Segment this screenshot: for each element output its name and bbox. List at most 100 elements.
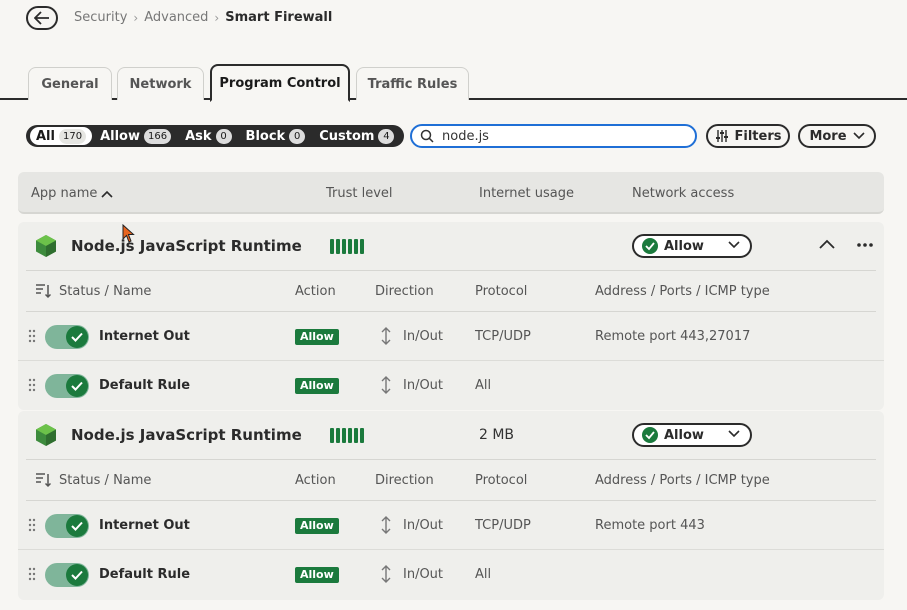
direction-icon (381, 327, 391, 345)
column-action: Action (295, 473, 336, 488)
check-icon (66, 515, 88, 537)
rule-address: Remote port 443 (595, 518, 705, 533)
rule-protocol: All (475, 378, 492, 393)
chevron-down-icon (728, 430, 740, 438)
rule-direction: In/Out (403, 567, 444, 582)
direction-icon (381, 516, 391, 534)
mouse-cursor-icon (122, 224, 135, 243)
filter-count: 0 (289, 128, 306, 144)
more-dots-icon[interactable] (856, 237, 874, 253)
filter-custom[interactable]: Custom 4 (313, 127, 400, 145)
search-input[interactable] (442, 128, 672, 144)
column-app-name[interactable]: App name (31, 186, 113, 201)
rule-row[interactable]: Internet Out Allow In/Out TCP/UDP Remote… (18, 312, 884, 361)
tab-traffic-rules[interactable]: Traffic Rules (356, 67, 469, 100)
filters-label: Filters (734, 128, 782, 144)
column-direction: Direction (375, 473, 434, 488)
more-button[interactable]: More (798, 124, 876, 148)
tab-general[interactable]: General (28, 67, 112, 100)
rule-row[interactable]: Default Rule Allow In/Out All (18, 361, 884, 410)
rule-protocol: TCP/UDP (475, 329, 531, 344)
back-button[interactable] (26, 6, 58, 30)
search-box (410, 124, 697, 148)
filter-all[interactable]: All 170 (30, 127, 93, 145)
chevron-up-icon[interactable] (818, 237, 836, 251)
back-arrow-icon (34, 11, 49, 25)
column-address: Address / Ports / ICMP type (595, 284, 770, 299)
internet-usage: 2 MB (479, 427, 515, 443)
filter-count: 4 (378, 128, 395, 144)
filter-label: All (36, 128, 55, 144)
filters-button[interactable]: Filters (706, 124, 790, 148)
drag-handle-icon[interactable] (28, 329, 36, 343)
app-row[interactable]: Node.js JavaScript Runtime 2 MB Allow (18, 411, 884, 459)
filter-label: Custom (319, 128, 375, 144)
filter-count: 0 (215, 128, 232, 144)
rule-name: Default Rule (99, 378, 191, 393)
rule-address: Remote port 443,27017 (595, 329, 751, 344)
rule-protocol: All (475, 567, 492, 582)
direction-icon (381, 565, 391, 583)
filter-ask[interactable]: Ask 0 (179, 127, 237, 145)
rule-name: Default Rule (99, 567, 191, 582)
node-icon (36, 424, 56, 446)
check-circle-icon (642, 238, 658, 254)
drag-handle-icon[interactable] (28, 518, 36, 532)
chevron-right-icon: › (133, 10, 139, 25)
app-row[interactable]: Node.js JavaScript Runtime Allow (18, 222, 884, 270)
rule-row[interactable]: Default Rule Allow In/Out All (18, 550, 884, 599)
sort-asc-icon (101, 190, 113, 198)
rule-protocol: TCP/UDP (475, 518, 531, 533)
filter-block[interactable]: Block 0 (240, 127, 312, 145)
filter-label: Allow (100, 128, 140, 144)
column-protocol: Protocol (475, 473, 528, 488)
breadcrumb: Security › Advanced › Smart Firewall (74, 10, 332, 25)
sort-icon[interactable] (35, 472, 51, 488)
column-internet-usage[interactable]: Internet usage (479, 186, 574, 201)
rules-header: Status / Name Action Direction Protocol … (26, 459, 876, 501)
rule-toggle[interactable] (45, 514, 89, 538)
filters-icon (715, 130, 728, 142)
check-icon (66, 375, 88, 397)
rules-header: Status / Name Action Direction Protocol … (26, 270, 876, 312)
action-badge: Allow (295, 518, 339, 534)
tab-network[interactable]: Network (117, 67, 204, 100)
rule-toggle[interactable] (45, 563, 89, 587)
rule-direction: In/Out (403, 378, 444, 393)
trust-level-bars (330, 428, 364, 443)
network-access-dropdown[interactable]: Allow (632, 423, 752, 447)
trust-level-bars (330, 239, 364, 254)
rule-toggle[interactable] (45, 374, 89, 398)
filter-allow[interactable]: Allow 166 (94, 127, 177, 145)
check-icon (66, 564, 88, 586)
rule-toggle[interactable] (45, 325, 89, 349)
column-direction: Direction (375, 284, 434, 299)
drag-handle-icon[interactable] (28, 378, 36, 392)
tab-program-control[interactable]: Program Control (210, 64, 350, 102)
table-header: App name Trust level Internet usage Netw… (18, 172, 884, 214)
column-network-access[interactable]: Network access (632, 186, 734, 201)
action-badge: Allow (295, 329, 339, 345)
rule-name: Internet Out (99, 329, 190, 344)
app-group: Node.js JavaScript Runtime Allow Status (18, 222, 884, 410)
rule-row[interactable]: Internet Out Allow In/Out TCP/UDP Remote… (18, 501, 884, 550)
chevron-down-icon (728, 241, 740, 249)
column-trust-level[interactable]: Trust level (326, 186, 393, 201)
filter-label: Ask (185, 128, 212, 144)
action-badge: Allow (295, 378, 339, 394)
breadcrumb-advanced[interactable]: Advanced (144, 10, 208, 25)
tab-bar: General Network Program Control Traffic … (0, 64, 907, 102)
access-label: Allow (664, 238, 704, 254)
column-protocol: Protocol (475, 284, 528, 299)
network-access-dropdown[interactable]: Allow (632, 234, 752, 258)
app-group: Node.js JavaScript Runtime 2 MB Allow St… (18, 411, 884, 600)
direction-icon (381, 376, 391, 394)
drag-handle-icon[interactable] (28, 567, 36, 581)
breadcrumb-security[interactable]: Security (74, 10, 127, 25)
chevron-right-icon: › (214, 10, 220, 25)
app-name: Node.js JavaScript Runtime (71, 237, 302, 255)
column-action: Action (295, 284, 336, 299)
access-label: Allow (664, 427, 704, 443)
column-address: Address / Ports / ICMP type (595, 473, 770, 488)
sort-icon[interactable] (35, 283, 51, 299)
